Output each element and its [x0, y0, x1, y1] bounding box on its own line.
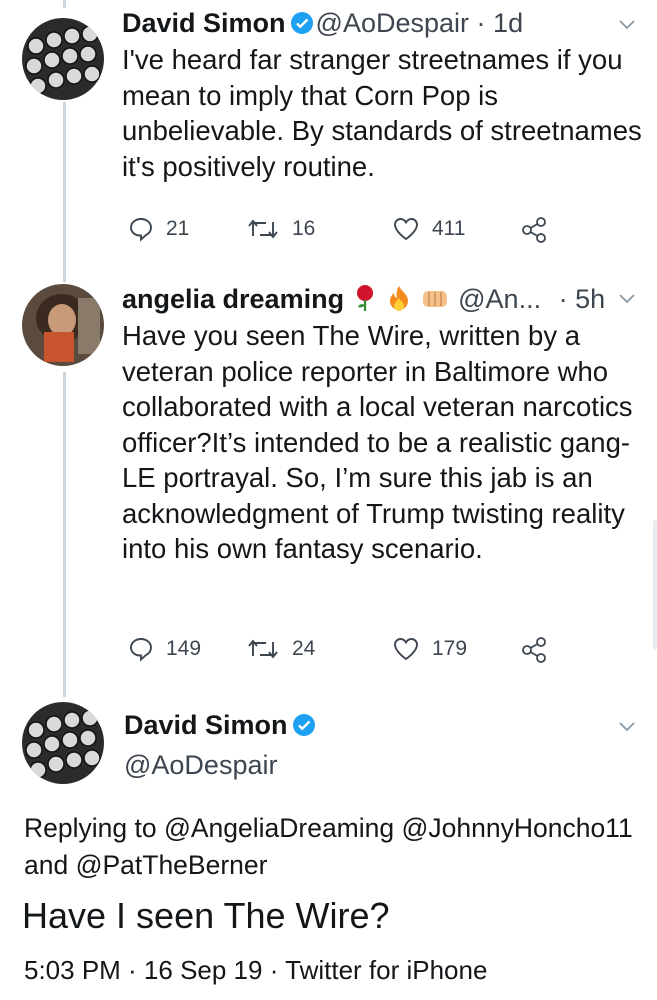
tweet-header: angelia dreaming @An... · 5h	[122, 282, 605, 320]
scroll-edge	[653, 520, 657, 650]
like-icon	[394, 638, 418, 661]
avatar[interactable]	[22, 284, 104, 366]
share-button[interactable]	[520, 216, 560, 244]
chevron-down-icon[interactable]	[619, 294, 635, 304]
retweet-count: 24	[292, 637, 316, 660]
tweet-header: David Simon @AoDespair · 1d	[122, 6, 523, 43]
like-button[interactable]: 179	[392, 636, 467, 662]
separator-dot: ·	[476, 8, 486, 38]
fist-emoji-icon	[421, 286, 451, 320]
like-count: 411	[432, 217, 466, 240]
display-name[interactable]: David Simon	[122, 8, 286, 38]
tweet-text: I've heard far stranger streetnames if y…	[122, 44, 642, 182]
reply-count: 149	[166, 637, 202, 660]
retweet-icon	[248, 639, 278, 659]
tweet-text: Have you seen The Wire, written by a vet…	[122, 320, 633, 564]
reply-button[interactable]: 21	[128, 216, 189, 242]
main-display-name-row[interactable]: David Simon	[124, 710, 318, 744]
verified-badge-icon	[290, 9, 314, 43]
display-name[interactable]: angelia dreaming	[122, 284, 344, 314]
reply-count: 21	[166, 217, 190, 240]
user-handle[interactable]: @An...	[458, 284, 541, 314]
fire-emoji-icon	[385, 284, 413, 320]
user-handle[interactable]: @AoDespair	[124, 750, 277, 781]
rose-emoji-icon	[352, 284, 378, 320]
retweet-button[interactable]: 24	[246, 636, 315, 662]
reply-button[interactable]: 149	[128, 636, 201, 662]
like-count: 179	[432, 637, 468, 660]
thread-line-top	[63, 0, 66, 8]
retweet-button[interactable]: 16	[246, 216, 315, 242]
share-button[interactable]	[520, 636, 560, 664]
reply-icon	[130, 218, 152, 242]
retweet-icon	[248, 219, 278, 239]
chevron-down-icon[interactable]	[619, 722, 635, 732]
replying-to[interactable]: Replying to @AngeliaDreaming @JohnnyHonc…	[24, 810, 644, 884]
separator-dot: ·	[558, 284, 568, 314]
tweet-meta: 5:03 PM · 16 Sep 19 · Twitter for iPhone	[24, 955, 488, 985]
avatar[interactable]	[22, 702, 104, 784]
thread-line-1	[63, 102, 66, 282]
avatar[interactable]	[22, 18, 104, 100]
retweet-count: 16	[292, 217, 316, 240]
tweet-time[interactable]: 1d	[493, 8, 523, 38]
chevron-down-icon[interactable]	[619, 20, 635, 30]
main-tweet-text: Have I seen The Wire?	[22, 895, 390, 936]
like-icon	[394, 218, 418, 241]
share-icon	[522, 637, 546, 663]
tweet-time[interactable]: 5h	[575, 284, 605, 314]
thread-line-2	[63, 372, 66, 697]
user-handle[interactable]: @AoDespair	[316, 8, 469, 38]
like-button[interactable]: 411	[392, 216, 465, 242]
display-name[interactable]: David Simon	[124, 710, 288, 740]
verified-badge-icon	[292, 713, 316, 744]
share-icon	[522, 217, 546, 243]
reply-icon	[130, 638, 152, 662]
